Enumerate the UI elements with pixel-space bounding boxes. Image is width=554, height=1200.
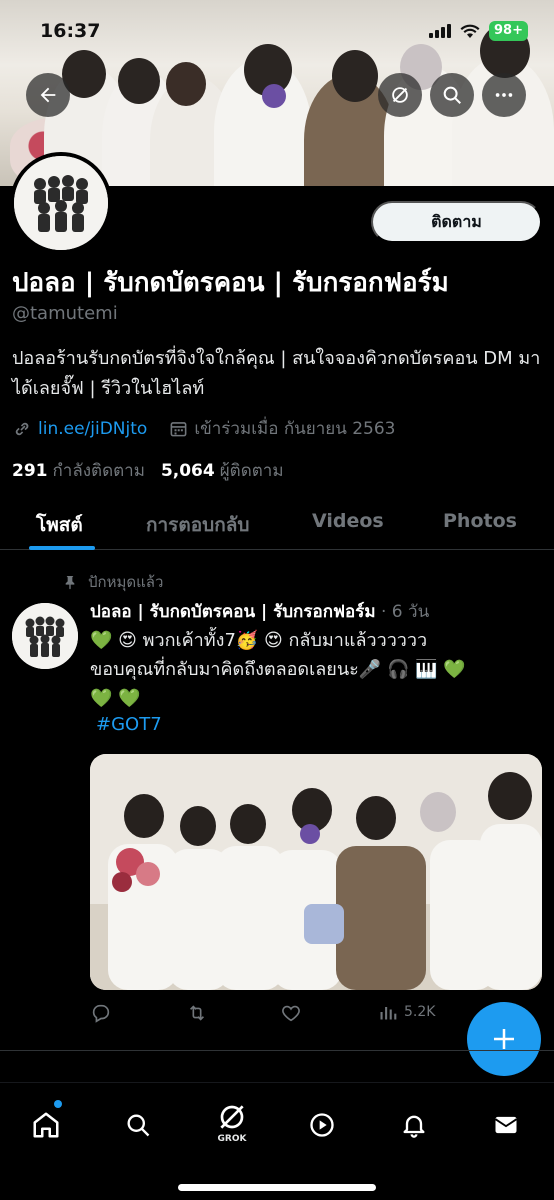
grok-slash-icon <box>392 87 408 103</box>
tweet-actions: 5.2K <box>90 1002 470 1028</box>
home-icon <box>33 1112 59 1138</box>
signal-icon <box>429 24 452 38</box>
compose-button[interactable] <box>467 1002 541 1076</box>
tweet-line: ขอบคุณที่กลับมาคิดถึงตลอดเลยนะ🎤 🎧 🎹 💚 <box>90 659 466 680</box>
tab-videos[interactable]: Videos <box>312 510 384 532</box>
tweet-media-image[interactable] <box>90 754 542 990</box>
nav-messages[interactable] <box>486 1105 526 1145</box>
tweet-line: 💚 😍 พวกเค้าทั้ง7🥳 😍 กลับมาแล้วววววว <box>90 630 428 651</box>
reply-button[interactable] <box>90 1002 112 1024</box>
tab-photos[interactable]: Photos <box>443 510 517 532</box>
following-label: กำลังติดตาม <box>52 461 145 481</box>
profile-name: ปอลอ | รับกดบัตรคอน | รับกรอกฟอร์ม <box>12 268 449 298</box>
profile-link[interactable]: lin.ee/jiDNjto <box>38 419 147 439</box>
profile-avatar[interactable] <box>10 152 112 254</box>
following-count: 291 <box>12 461 48 481</box>
more-horizontal-icon <box>495 93 513 97</box>
nav-home[interactable] <box>26 1105 66 1145</box>
tweet-line: 💚 💚 <box>90 688 141 709</box>
tweet-text: 💚 😍 พวกเค้าทั้ง7🥳 😍 กลับมาแล้วววววว ขอบค… <box>90 626 542 713</box>
home-unread-dot <box>54 1100 62 1108</box>
search-icon <box>127 1114 150 1137</box>
following-stat[interactable]: 291 กำลังติดตาม <box>12 457 145 484</box>
calendar-icon <box>170 422 187 437</box>
pinned-indicator: ปักหมุดแล้ว <box>62 570 163 594</box>
search-button[interactable] <box>430 73 474 117</box>
profile-handle: @tamutemi <box>12 303 118 324</box>
tab-replies[interactable]: การตอบกลับ <box>146 510 249 540</box>
heart-icon <box>282 1005 300 1022</box>
profile-meta: lin.ee/jiDNjto เข้าร่วมเมื่อ กันยายน 256… <box>12 415 396 442</box>
like-button[interactable] <box>280 1002 302 1024</box>
bottom-navigation <box>0 1082 554 1200</box>
views-button[interactable]: 5.2K <box>378 1002 435 1022</box>
profile-bio: ปอลอร้านรับกดบัตรที่จิงใจใกล้คุณ | สนใจจ… <box>12 348 541 399</box>
pin-icon <box>65 576 75 590</box>
follow-button[interactable]: ติดตาม <box>371 201 542 243</box>
wifi-icon <box>460 24 480 38</box>
tweet-hashtag[interactable]: #GOT7 <box>96 714 162 735</box>
profile-stats: 291 กำลังติดตาม 5,064 ผู้ติดตาม <box>12 457 284 484</box>
views-count: 5.2K <box>404 1004 436 1020</box>
play-circle-icon <box>310 1113 334 1137</box>
nav-video[interactable] <box>302 1105 342 1145</box>
tweet-header: ปอลอ | รับกดบัตรคอน | รับกรอกฟอร์ม · 6 ว… <box>90 602 430 622</box>
link-icon <box>15 422 29 435</box>
repost-button[interactable] <box>186 1002 208 1024</box>
envelope-icon <box>494 1116 518 1134</box>
tweet-avatar[interactable] <box>12 603 78 669</box>
battery-indicator: 98+ <box>489 21 528 41</box>
tab-active-indicator <box>29 546 95 550</box>
grok-button[interactable] <box>378 73 422 117</box>
nav-grok[interactable] <box>212 1097 252 1137</box>
reply-icon <box>92 1004 110 1023</box>
grok-slash-icon <box>220 1105 244 1129</box>
followers-stat[interactable]: 5,064 ผู้ติดตาม <box>161 457 284 484</box>
back-button[interactable] <box>26 73 70 117</box>
repost-icon <box>189 1005 205 1021</box>
followers-count: 5,064 <box>160 461 215 481</box>
more-button[interactable] <box>482 73 526 117</box>
feed-divider <box>0 1050 554 1051</box>
bar-chart-icon <box>380 1007 397 1020</box>
home-indicator <box>178 1184 376 1191</box>
profile-joined: เข้าร่วมเมื่อ กันยายน 2563 <box>194 419 396 439</box>
status-time: 16:37 <box>40 20 101 42</box>
grok-label: GROK <box>217 1134 247 1144</box>
tab-posts[interactable]: โพสต์ <box>36 510 83 540</box>
status-icons: 98+ <box>429 21 528 41</box>
pinned-label: ปักหมุดแล้ว <box>88 573 164 591</box>
nav-search[interactable] <box>118 1105 158 1145</box>
followers-label: ผู้ติดตาม <box>219 461 284 481</box>
bell-icon <box>403 1115 425 1138</box>
tweet-author[interactable]: ปอลอ | รับกดบัตรคอน | รับกรอกฟอร์ม <box>90 602 376 622</box>
profile-tabs: โพสต์ การตอบกลับ Videos Photos <box>0 496 554 550</box>
status-bar: 16:37 98+ <box>0 0 554 56</box>
tweet-age: 6 วัน <box>391 602 430 622</box>
arrow-left-icon <box>40 87 56 103</box>
nav-notifications[interactable] <box>394 1105 434 1145</box>
search-icon <box>443 86 461 104</box>
